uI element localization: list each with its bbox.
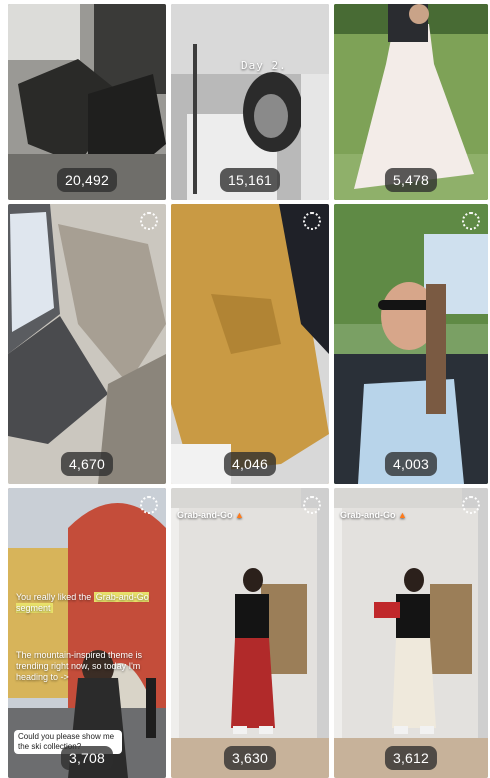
view-count: 4,003 [384,452,438,476]
reel-tile[interactable]: You really liked the Grab-and-Go segment… [8,488,166,778]
fire-icon: ▲ [235,510,244,520]
fire-icon: ▲ [398,510,407,520]
reel-tile[interactable]: 4,046 [171,204,329,484]
reel-tile[interactable]: 4,670 [8,204,166,484]
view-count: 3,708 [60,746,114,770]
thumbnail-image [334,488,488,778]
overlay-caption: The mountain-inspired theme is trending … [16,650,143,682]
caption-line: Grab-and-Go [340,510,396,520]
thumbnail-image [171,488,329,778]
loading-ring-icon [303,212,321,230]
view-count: 4,046 [223,452,277,476]
view-count: 5,478 [384,168,438,192]
thumbnail-image [334,204,488,484]
loading-ring-icon [140,496,158,514]
reel-tile[interactable]: 20,492 [8,4,166,200]
reel-tile[interactable]: 4,003 [334,204,488,484]
loading-ring-icon [303,496,321,514]
reel-tile[interactable]: Day 2. 15,161 [171,4,329,200]
overlay-caption: You really liked the Grab-and-Go segment [16,592,156,614]
view-count: 15,161 [219,168,281,192]
reel-tile[interactable]: Grab-and-Go ▲ 3,612 [334,488,488,778]
loading-ring-icon [462,496,480,514]
loading-ring-icon [462,212,480,230]
caption-line: You really liked the [16,592,92,602]
overlay-caption: Grab-and-Go ▲ [340,510,407,521]
thumbnail-image [8,204,166,484]
reel-tile[interactable]: 5,478 [334,4,488,200]
view-count: 4,670 [60,452,114,476]
view-count: 3,612 [384,746,438,770]
caption-line: Grab-and-Go [177,510,233,520]
overlay-caption: Grab-and-Go ▲ [177,510,244,521]
view-count: 20,492 [56,168,118,192]
overlay-caption: Day 2. [241,59,287,72]
view-count: 3,630 [223,746,277,770]
thumbnail-image [171,204,329,484]
reel-tile[interactable]: Grab-and-Go ▲ 3,630 [171,488,329,778]
loading-ring-icon [140,212,158,230]
